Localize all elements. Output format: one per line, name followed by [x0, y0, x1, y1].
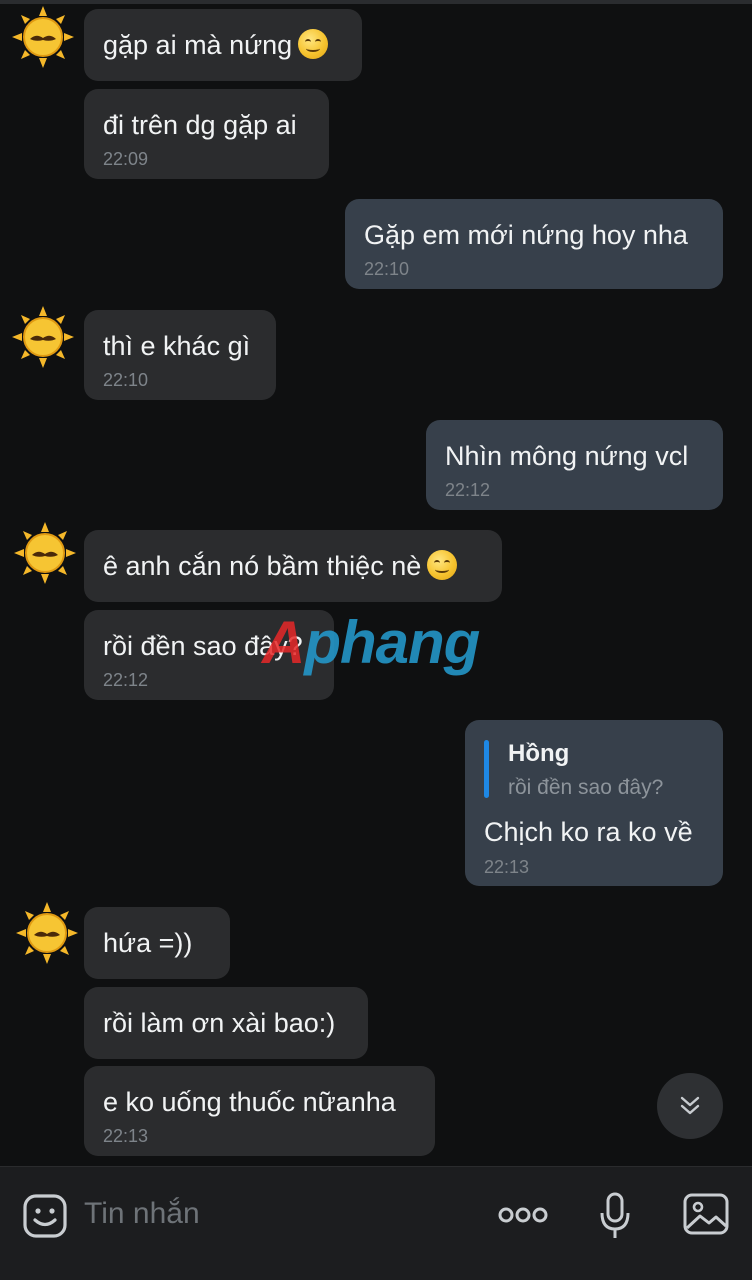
message-input[interactable]: Tin nhắn	[84, 1197, 200, 1231]
message-text: e ko uống thuốc nữanha	[103, 1087, 396, 1117]
reply-indicator	[484, 740, 489, 798]
message-bubble-incoming[interactable]: rồi làm ơn xài bao:)	[84, 987, 368, 1059]
message-time: 22:12	[103, 670, 149, 690]
message-bubble-incoming[interactable]: đi trên dg gặp ai 22:09	[84, 89, 329, 179]
message-bubble-incoming[interactable]: rồi đền sao đây? 22:12	[84, 610, 334, 700]
message-time: 22:12	[445, 480, 491, 500]
message-list[interactable]: gặp ai mà nứng đi trên dg gặp ai 22:09 G…	[0, 0, 752, 1166]
message-time: 22:09	[103, 149, 149, 169]
message-bubble-incoming[interactable]: ê anh cắn nó bầm thiệc nè	[84, 530, 502, 602]
message-text: gặp ai mà nứng	[103, 29, 329, 61]
microphone-icon[interactable]	[598, 1191, 632, 1241]
message-bubble-incoming[interactable]: e ko uống thuốc nữanha 22:13	[84, 1066, 435, 1156]
message-text: hứa =))	[103, 928, 193, 958]
message-bubble-outgoing[interactable]: Nhìn mông nứng vcl 22:12	[426, 420, 723, 510]
smile-emoji-icon	[427, 550, 458, 580]
message-text: Nhìn mông nứng vcl	[445, 441, 689, 471]
message-text: rồi đền sao đây?	[103, 631, 303, 661]
message-text: Chịch ko ra ko về	[484, 817, 693, 847]
scroll-down-icon	[680, 1096, 700, 1115]
image-icon[interactable]	[682, 1192, 730, 1236]
message-time: 22:13	[103, 1126, 149, 1146]
message-text: Gặp em mới nứng hoy nha	[364, 220, 688, 250]
sticker-icon[interactable]	[22, 1193, 68, 1239]
message-bubble-incoming[interactable]: gặp ai mà nứng	[84, 9, 362, 81]
message-text: ê anh cắn nó bầm thiệc nè	[103, 550, 458, 582]
message-input-bar: Tin nhắn	[0, 1166, 752, 1280]
reply-author[interactable]: Hồng	[508, 740, 569, 768]
sun-mustache-avatar-icon[interactable]	[12, 6, 74, 68]
message-bubble-outgoing-reply[interactable]: Hồng rồi đền sao đây? Chịch ko ra ko về …	[465, 720, 723, 886]
message-text: thì e khác gì	[103, 331, 251, 361]
message-time: 22:10	[103, 370, 149, 390]
message-text: đi trên dg gặp ai	[103, 110, 297, 140]
sun-mustache-avatar-icon[interactable]	[16, 902, 78, 964]
message-bubble-incoming[interactable]: hứa =))	[84, 907, 230, 979]
message-bubble-outgoing[interactable]: Gặp em mới nứng hoy nha 22:10	[345, 199, 723, 289]
message-bubble-incoming[interactable]: thì e khác gì 22:10	[84, 310, 276, 400]
message-time: 22:10	[364, 259, 410, 279]
sun-mustache-avatar-icon[interactable]	[14, 522, 76, 584]
sun-mustache-avatar-icon[interactable]	[12, 306, 74, 368]
message-text: rồi làm ơn xài bao:)	[103, 1008, 336, 1038]
more-icon[interactable]	[498, 1205, 548, 1225]
scroll-down-button[interactable]	[657, 1073, 723, 1139]
smile-emoji-icon	[298, 29, 329, 59]
message-time: 22:13	[484, 857, 530, 877]
reply-quote[interactable]: rồi đền sao đây?	[508, 776, 663, 800]
